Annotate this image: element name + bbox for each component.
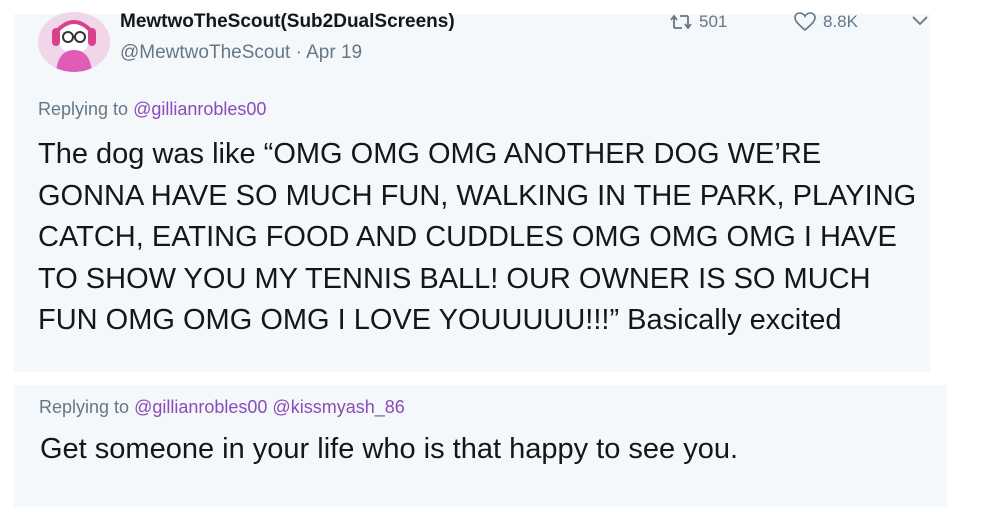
- handle-and-date[interactable]: @MewtwoTheScout · Apr 19: [120, 42, 362, 64]
- mention-link[interactable]: @gillianrobles00: [133, 99, 266, 119]
- replying-to: Replying to @gillianrobles00: [38, 99, 266, 120]
- tweet-card[interactable]: MewtwoTheScout(Sub2DualScreens) @MewtwoT…: [14, 0, 930, 372]
- retweet-icon: [670, 14, 692, 30]
- replying-to: Replying to @gillianrobles00 @kissmyash_…: [39, 397, 405, 418]
- reply-text: Get someone in your life who is that hap…: [40, 433, 739, 465]
- chevron-down-icon[interactable]: [910, 10, 930, 30]
- replying-prefix: Replying to: [38, 99, 129, 119]
- tweet-text: The dog was like “OMG OMG OMG ANOTHER DO…: [38, 138, 917, 336]
- retweet-button[interactable]: 501: [670, 12, 727, 32]
- avatar-image: [38, 12, 110, 72]
- reply-card[interactable]: Replying to @gillianrobles00 @kissmyash_…: [14, 385, 947, 507]
- display-name[interactable]: MewtwoTheScout(Sub2DualScreens): [120, 11, 455, 33]
- like-count: 8.8K: [823, 12, 858, 31]
- avatar[interactable]: [38, 12, 110, 72]
- heart-icon: [794, 12, 816, 32]
- retweet-count: 501: [699, 12, 728, 31]
- mention-links[interactable]: @gillianrobles00 @kissmyash_86: [134, 397, 405, 417]
- replying-prefix: Replying to: [39, 397, 130, 417]
- like-button[interactable]: 8.8K: [794, 12, 858, 32]
